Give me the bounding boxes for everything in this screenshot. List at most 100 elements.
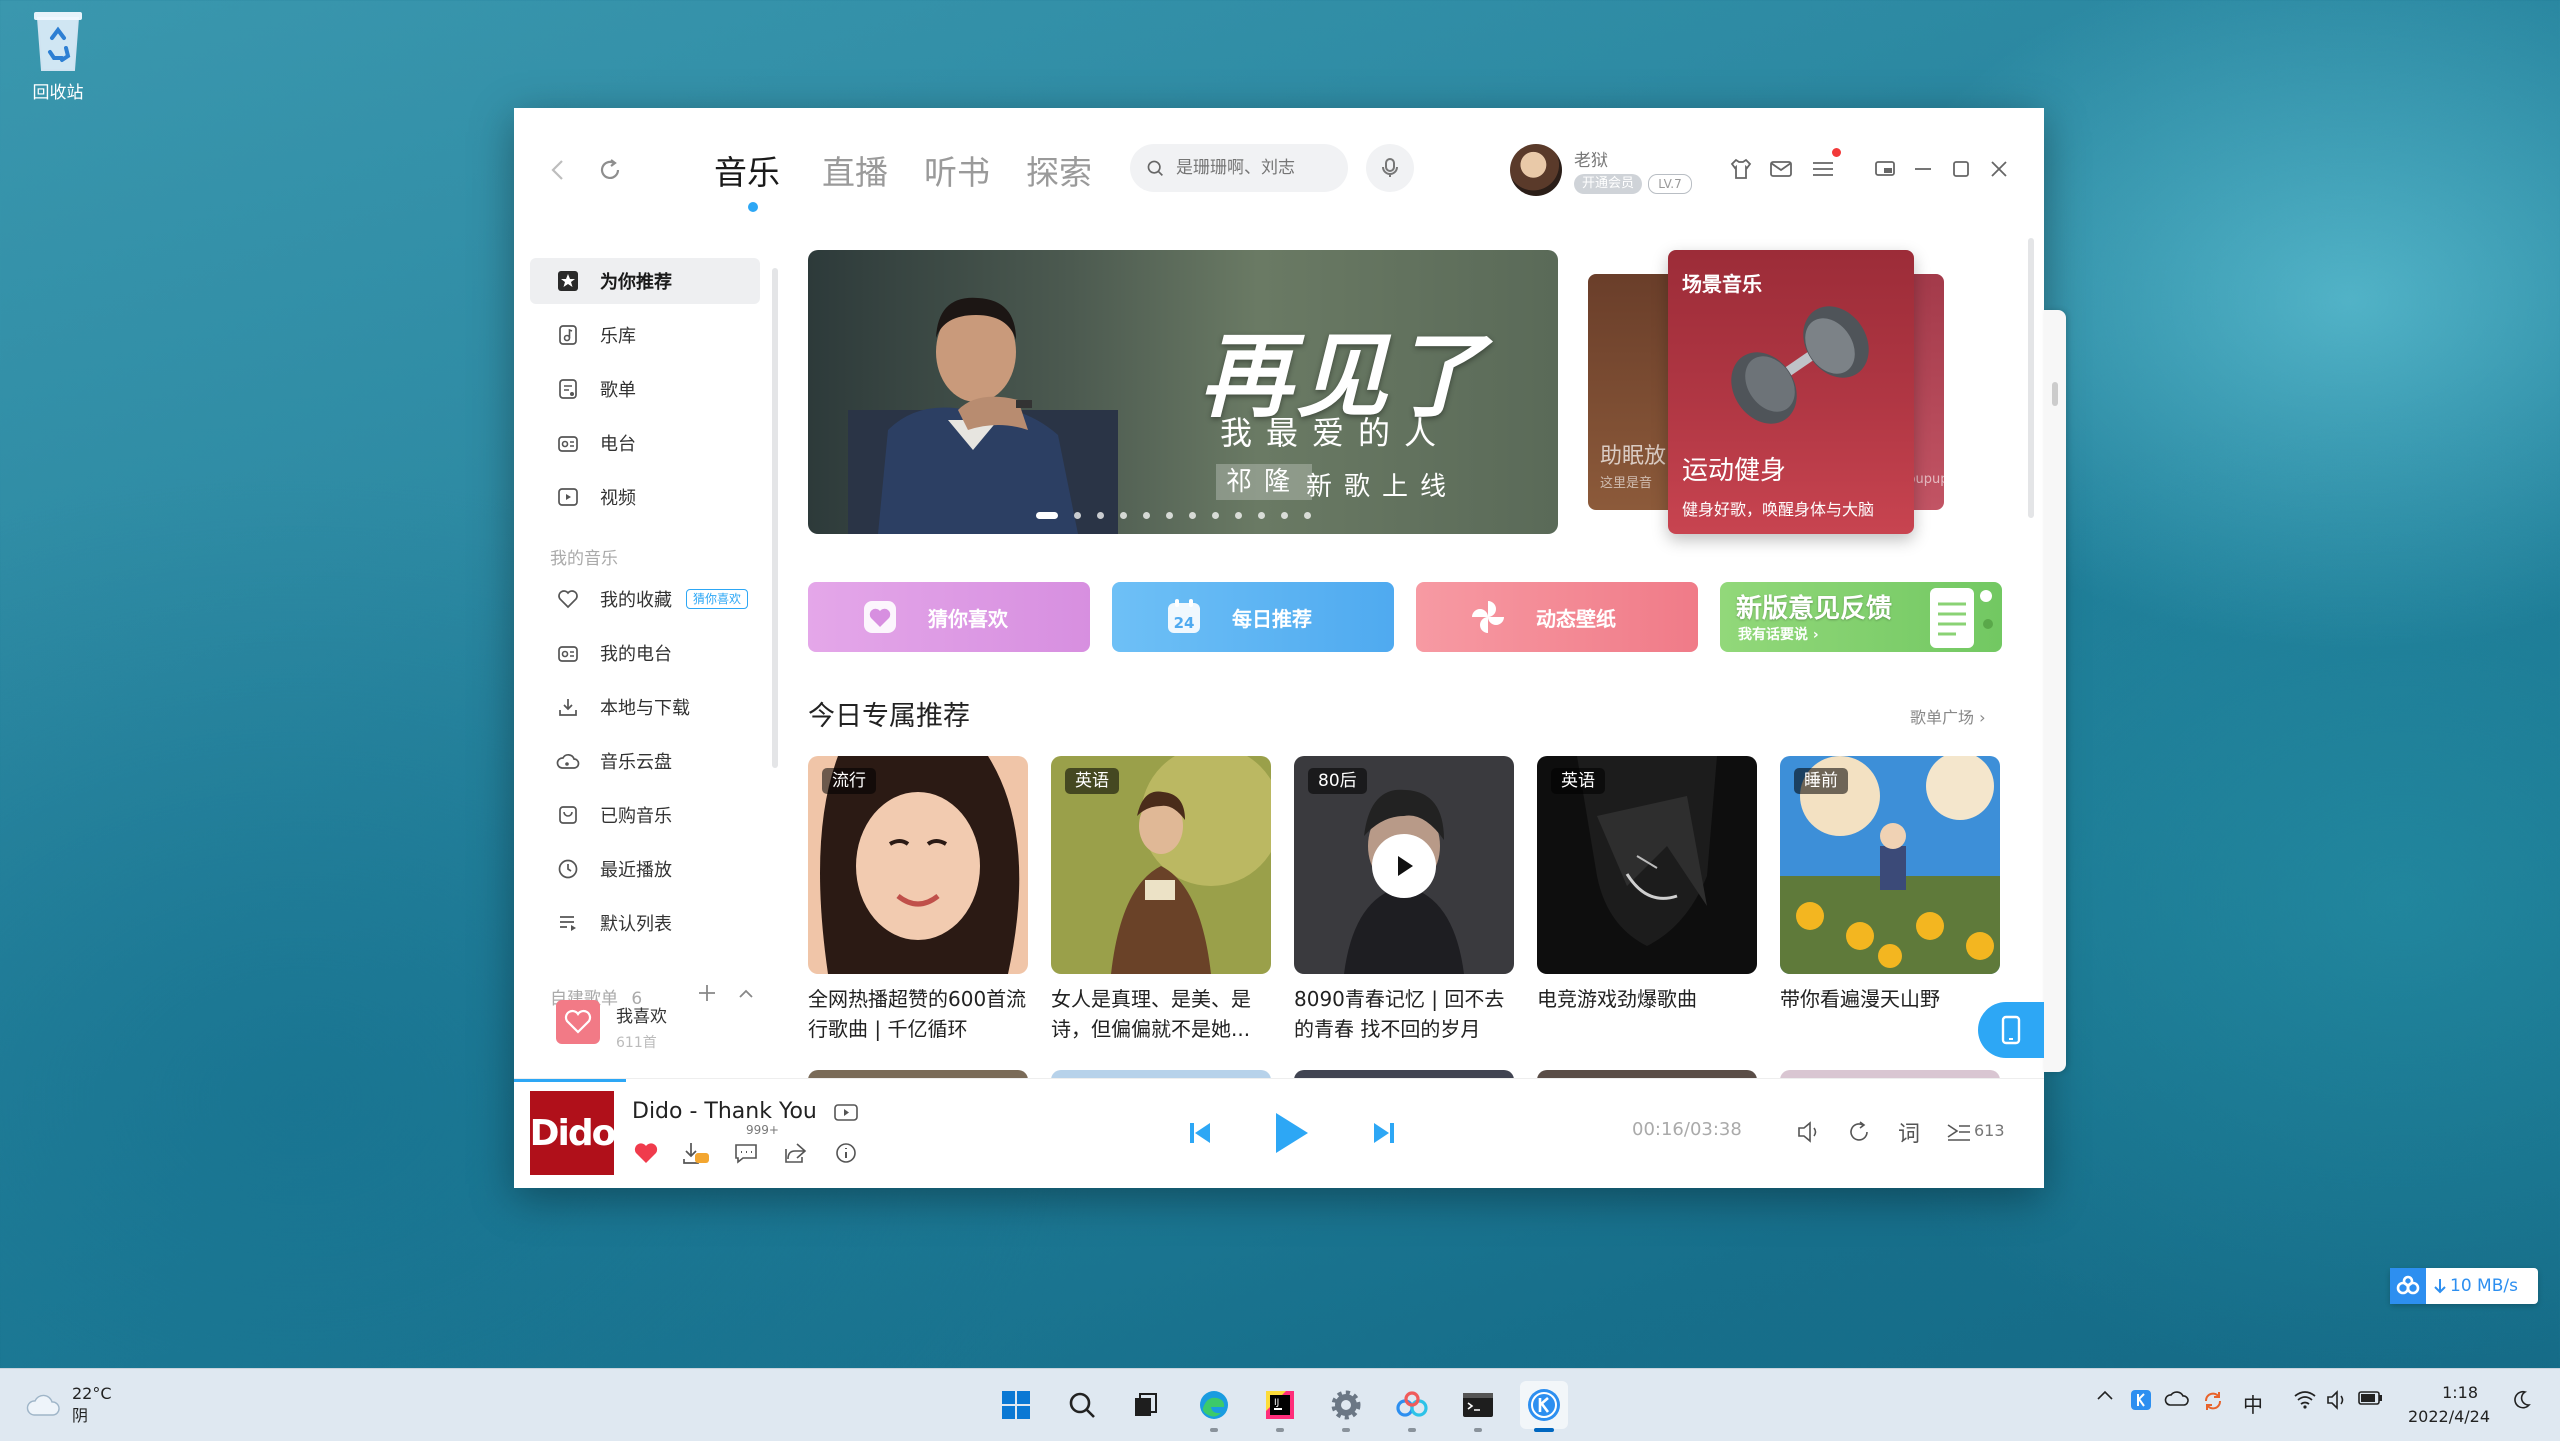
- playlist-card[interactable]: 睡前 带你看遍漫天山野: [1780, 756, 2000, 1014]
- guess-you-like-button[interactable]: 猜你喜欢: [808, 582, 1090, 652]
- hero-banner[interactable]: 再见了 我最爱的人 祁隆 新歌上线: [808, 250, 1558, 534]
- banner-dot[interactable]: [1097, 512, 1104, 519]
- sidebar-item-recent[interactable]: 最近播放: [530, 846, 760, 892]
- playlist-card-cover[interactable]: 流行: [808, 756, 1028, 974]
- maximize-button[interactable]: [1944, 152, 1978, 186]
- live-wallpaper-button[interactable]: 动态壁纸: [1416, 582, 1698, 652]
- playlist-card-cover[interactable]: 睡前: [1780, 756, 2000, 974]
- playback-progress[interactable]: [514, 1079, 626, 1082]
- input-method-indicator[interactable]: 中: [2238, 1389, 2268, 1418]
- album-cover[interactable]: Dido: [530, 1091, 616, 1175]
- banner-dot[interactable]: [1143, 512, 1150, 519]
- guess-you-like-tag[interactable]: 猜你喜欢: [686, 589, 749, 609]
- banner-pagination[interactable]: [1036, 512, 1311, 519]
- playlist-name[interactable]: 我喜欢: [616, 1002, 667, 1027]
- sidebar-item-favorites[interactable]: 我的收藏 猜你喜欢: [530, 576, 760, 622]
- sidebar-item-cloud-disk[interactable]: 音乐云盘: [530, 738, 760, 784]
- voice-search-button[interactable]: [1366, 144, 1414, 192]
- comments-button[interactable]: [730, 1137, 762, 1169]
- tab-music[interactable]: 音乐: [714, 146, 780, 194]
- download-speed-widget[interactable]: 10 MB/s: [2390, 1268, 2538, 1304]
- skin-button[interactable]: [1724, 152, 1758, 186]
- taskbar-kugou[interactable]: [1520, 1381, 1568, 1432]
- previous-button[interactable]: [1174, 1107, 1226, 1159]
- taskbar-terminal[interactable]: [1454, 1381, 1502, 1432]
- next-button[interactable]: [1358, 1107, 1410, 1159]
- taskbar-search-button[interactable]: [1058, 1381, 1106, 1429]
- weather-widget[interactable]: 22°C 阴: [26, 1383, 112, 1427]
- tab-audiobook[interactable]: 听书: [924, 146, 990, 194]
- messages-button[interactable]: [1764, 152, 1798, 186]
- playlist-card[interactable]: 英语 电竞游戏劲爆歌曲: [1537, 756, 1757, 1014]
- sidebar-item-default-list[interactable]: 默认列表: [530, 900, 760, 946]
- taskbar-jetbrains[interactable]: IJ: [1256, 1381, 1304, 1432]
- tray-sync[interactable]: [2198, 1389, 2228, 1413]
- sidebar-item-radio[interactable]: 电台: [530, 420, 760, 466]
- search-box[interactable]: [1130, 144, 1348, 192]
- sidebar-item-local-download[interactable]: 本地与下载: [530, 684, 760, 730]
- playlist-queue-button[interactable]: [1942, 1115, 1976, 1149]
- search-input[interactable]: [1174, 157, 1348, 179]
- scene-card-fitness[interactable]: 场景音乐 运动健身 健身好歌，唤醒身体与大脑: [1668, 250, 1914, 534]
- banner-dot[interactable]: [1166, 512, 1173, 519]
- playlist-square-link[interactable]: 歌单广场 ›: [1910, 704, 1986, 728]
- add-playlist-button[interactable]: [696, 982, 718, 1004]
- lyrics-button[interactable]: 词: [1892, 1115, 1926, 1149]
- tray-kugou[interactable]: [2126, 1389, 2156, 1411]
- card-title[interactable]: 女人是真理、是美、是诗，但偏偏就不是她...: [1051, 984, 1271, 1044]
- banner-dot[interactable]: [1258, 512, 1265, 519]
- playlist-cover[interactable]: [556, 1000, 600, 1044]
- taskbar-edge[interactable]: [1190, 1381, 1238, 1432]
- taskbar-baidu-netdisk[interactable]: [1388, 1381, 1436, 1432]
- vip-badge[interactable]: 开通会员: [1574, 174, 1642, 194]
- tab-live[interactable]: 直播: [822, 146, 888, 194]
- banner-dot[interactable]: [1304, 512, 1311, 519]
- sidebar-item-purchased[interactable]: 已购音乐: [530, 792, 760, 838]
- song-info-button[interactable]: [830, 1137, 862, 1169]
- minimize-button[interactable]: [1906, 152, 1940, 186]
- start-button[interactable]: [992, 1381, 1040, 1429]
- card-title[interactable]: 全网热播超赞的600首流行歌曲 | 千亿循环: [808, 984, 1028, 1044]
- username[interactable]: 老狱: [1574, 146, 1608, 171]
- phone-connect-button[interactable]: [1978, 1002, 2044, 1058]
- download-button[interactable]: [680, 1137, 712, 1169]
- mini-mode-button[interactable]: [1868, 152, 1902, 186]
- card-title[interactable]: 带你看遍漫天山野: [1780, 984, 2000, 1014]
- show-hidden-icons-button[interactable]: [2090, 1389, 2120, 1401]
- sidebar-item-video[interactable]: 视频: [530, 474, 760, 520]
- side-tab-handle[interactable]: [2052, 382, 2058, 406]
- card-title[interactable]: 电竞游戏劲爆歌曲: [1537, 984, 1757, 1014]
- sidebar-item-library[interactable]: 乐库: [530, 312, 760, 358]
- sidebar-item-recommend[interactable]: 为你推荐: [530, 258, 760, 304]
- tray-onedrive[interactable]: [2162, 1389, 2192, 1407]
- song-title[interactable]: Dido - Thank You: [632, 1099, 858, 1124]
- sidebar-item-playlists[interactable]: 歌单: [530, 366, 760, 412]
- sidebar-scrollbar[interactable]: [772, 268, 778, 768]
- volume-button[interactable]: [1792, 1115, 1826, 1149]
- banner-dot[interactable]: [1074, 512, 1081, 519]
- play-button[interactable]: [1256, 1099, 1324, 1167]
- collapse-playlists-button[interactable]: [736, 984, 756, 1004]
- repeat-mode-button[interactable]: [1842, 1115, 1876, 1149]
- main-menu-button[interactable]: [1806, 152, 1840, 186]
- card-title[interactable]: 8090青春记忆 | 回不去的青春 找不回的岁月: [1294, 984, 1514, 1044]
- daily-recommend-button[interactable]: 24 每日推荐: [1112, 582, 1394, 652]
- tab-explore[interactable]: 探索: [1026, 146, 1092, 194]
- playlist-card[interactable]: 英语 女人是真理、是美、是诗，但偏偏就不是她...: [1051, 756, 1271, 1044]
- play-overlay-button[interactable]: [1372, 834, 1436, 898]
- like-button[interactable]: [630, 1137, 662, 1169]
- banner-dot[interactable]: [1212, 512, 1219, 519]
- banner-dot[interactable]: [1120, 512, 1127, 519]
- content-scrollbar[interactable]: [2028, 238, 2034, 518]
- taskbar-settings[interactable]: [1322, 1381, 1370, 1432]
- share-button[interactable]: [780, 1137, 812, 1169]
- refresh-button[interactable]: [592, 152, 628, 188]
- tray-wifi[interactable]: [2290, 1389, 2320, 1409]
- system-clock[interactable]: 1:18 2022/4/24: [2408, 1381, 2490, 1429]
- banner-dot[interactable]: [1189, 512, 1196, 519]
- feedback-button[interactable]: 新版意见反馈 我有话要说 ›: [1720, 582, 2002, 652]
- user-avatar[interactable]: [1510, 144, 1562, 196]
- notifications-button[interactable]: [2506, 1389, 2536, 1411]
- tray-volume[interactable]: [2322, 1389, 2352, 1411]
- banner-dot[interactable]: [1281, 512, 1288, 519]
